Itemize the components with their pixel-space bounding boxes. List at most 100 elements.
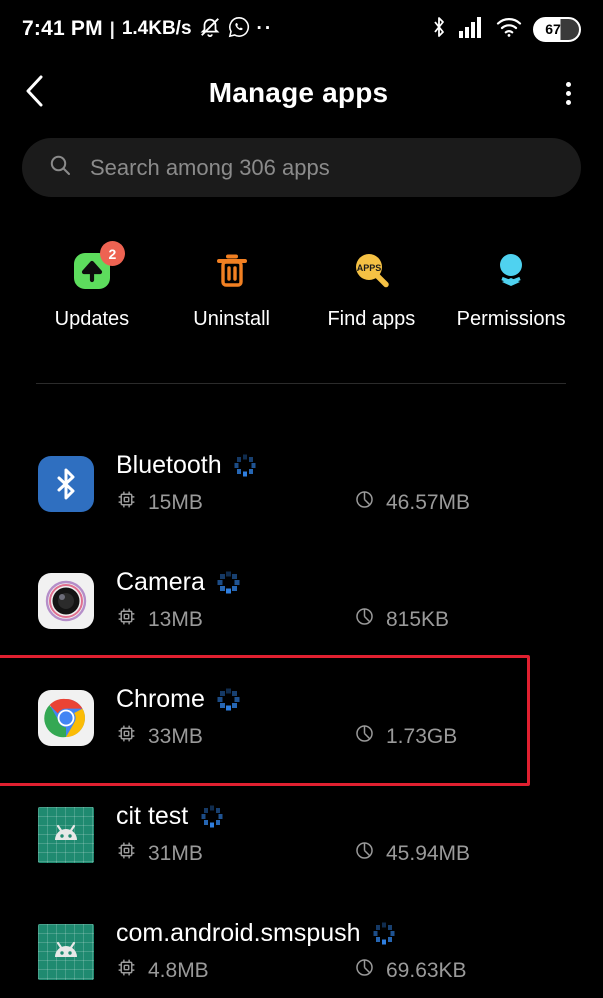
status-bar: 7:41 PM | 1.4KB/s ·· 67 [0, 0, 603, 58]
loading-spinner-icon [217, 571, 240, 594]
trash-icon [209, 248, 255, 294]
app-ram-stat: 31MB [116, 840, 354, 867]
quick-action-label: Permissions [456, 308, 566, 330]
row-stats-line: 33MB 1.73GB [116, 723, 603, 750]
table-row[interactable]: com.android.smspush 4.8MB 69.63KB [0, 893, 603, 998]
bluetooth-app-icon [38, 455, 94, 512]
android-app-icon [38, 806, 94, 863]
app-ram-stat: 15MB [116, 489, 354, 516]
app-storage-value: 1.73GB [386, 724, 458, 748]
quick-actions-row: 2 Updates Uninstall APPS Find apps Permi… [0, 241, 603, 331]
table-row[interactable]: Camera 13MB 815KB [0, 542, 603, 659]
bell-muted-icon [199, 16, 221, 43]
pie-chart-icon [354, 957, 375, 984]
app-storage-stat: 45.94MB [354, 840, 470, 867]
bluetooth-icon [430, 15, 448, 44]
app-ram-value: 15MB [148, 490, 203, 514]
row-content: Bluetooth 15MB 46.57MB [116, 451, 603, 516]
page-title: Manage apps [208, 77, 389, 108]
cpu-chip-icon [116, 606, 137, 633]
quick-action-permissions[interactable]: Permissions [449, 248, 574, 331]
manage-apps-screen: 7:41 PM | 1.4KB/s ·· 67 Manage apps Sear… [0, 0, 603, 998]
updates-upload-icon: 2 [69, 241, 125, 294]
app-list: Bluetooth 15MB 46.57MB Camera 13MB 815KB… [0, 425, 603, 998]
app-storage-stat: 1.73GB [354, 723, 457, 750]
quick-action-uninstall[interactable]: Uninstall [169, 248, 294, 331]
row-title-line: Chrome [116, 685, 603, 714]
cpu-chip-icon [116, 489, 137, 516]
battery-percent-label: 67 [545, 21, 561, 37]
app-ram-stat: 4.8MB [116, 957, 354, 984]
row-stats-line: 13MB 815KB [116, 606, 603, 633]
app-ram-value: 33MB [148, 724, 203, 748]
loading-spinner-icon [201, 805, 223, 828]
row-stats-line: 31MB 45.94MB [116, 840, 603, 867]
row-content: Camera 13MB 815KB [116, 568, 603, 633]
row-title-line: Camera [116, 568, 603, 597]
more-vertical-icon[interactable] [533, 81, 603, 105]
search-bar[interactable]: Search among 306 apps [22, 138, 581, 197]
loading-spinner-icon [373, 922, 395, 945]
app-storage-value: 45.94MB [386, 841, 471, 865]
pie-chart-icon [354, 489, 375, 516]
chrome-app-icon [38, 689, 94, 746]
cpu-chip-icon [116, 840, 137, 867]
app-name: Camera [116, 568, 205, 596]
app-ram-value: 4.8MB [148, 958, 209, 982]
app-storage-stat: 815KB [354, 606, 449, 633]
pie-chart-icon [354, 606, 375, 633]
row-content: com.android.smspush 4.8MB 69.63KB [116, 919, 603, 984]
app-storage-value: 46.57MB [386, 490, 471, 514]
cpu-chip-icon [116, 723, 137, 750]
cpu-chip-icon [116, 957, 137, 984]
app-storage-value: 815KB [386, 607, 450, 631]
svg-text:APPS: APPS [357, 263, 382, 273]
table-row-highlighted[interactable]: Chrome 33MB 1.73GB [0, 655, 603, 786]
search-icon [48, 153, 72, 182]
app-ram-value: 13MB [148, 607, 203, 631]
quick-action-find-apps[interactable]: APPS Find apps [309, 248, 434, 331]
app-name: Chrome [116, 685, 205, 713]
pie-chart-icon [354, 840, 375, 867]
table-row[interactable]: Bluetooth 15MB 46.57MB [0, 425, 603, 542]
quick-action-label: Uninstall [193, 308, 270, 330]
quick-action-label: Find apps [327, 308, 416, 330]
table-row[interactable]: cit test 31MB 45.94MB [0, 776, 603, 893]
chevron-left-icon [22, 73, 48, 114]
app-name: com.android.smspush [116, 919, 361, 947]
pie-chart-icon [354, 723, 375, 750]
permissions-icon [488, 248, 534, 294]
row-title-line: com.android.smspush [116, 919, 603, 948]
search-input[interactable]: Search among 306 apps [90, 155, 330, 181]
section-divider [36, 383, 566, 384]
row-title-line: cit test [116, 802, 603, 831]
camera-app-icon [38, 572, 94, 629]
back-button[interactable] [0, 73, 70, 114]
status-separator: | [109, 18, 115, 39]
app-name: Bluetooth [116, 451, 222, 479]
status-clock: 7:41 PM [22, 17, 103, 40]
app-bar: Manage apps [0, 58, 603, 128]
row-content: cit test 31MB 45.94MB [116, 802, 603, 867]
row-content: Chrome 33MB 1.73GB [116, 685, 603, 750]
row-stats-line: 15MB 46.57MB [116, 489, 603, 516]
app-storage-stat: 69.63KB [354, 957, 467, 984]
android-app-icon [38, 923, 94, 980]
app-ram-stat: 33MB [116, 723, 354, 750]
quick-action-updates[interactable]: 2 Updates [29, 241, 154, 331]
battery-indicator: 67 [533, 16, 581, 42]
app-ram-value: 31MB [148, 841, 203, 865]
status-bar-right: 67 [430, 15, 581, 44]
status-overflow-dots: ·· [256, 18, 274, 39]
quick-action-label: Updates [54, 308, 130, 330]
loading-spinner-icon [234, 454, 256, 477]
row-title-line: Bluetooth [116, 451, 603, 480]
app-storage-value: 69.63KB [386, 958, 467, 982]
status-bar-left: 7:41 PM | 1.4KB/s ·· [22, 16, 273, 43]
wifi-icon [496, 16, 522, 43]
signal-icon [459, 16, 485, 43]
loading-spinner-icon [217, 688, 240, 711]
app-storage-stat: 46.57MB [354, 489, 470, 516]
network-speed-text: 1.4KB/s [121, 18, 192, 39]
find-apps-icon: APPS [348, 248, 394, 294]
